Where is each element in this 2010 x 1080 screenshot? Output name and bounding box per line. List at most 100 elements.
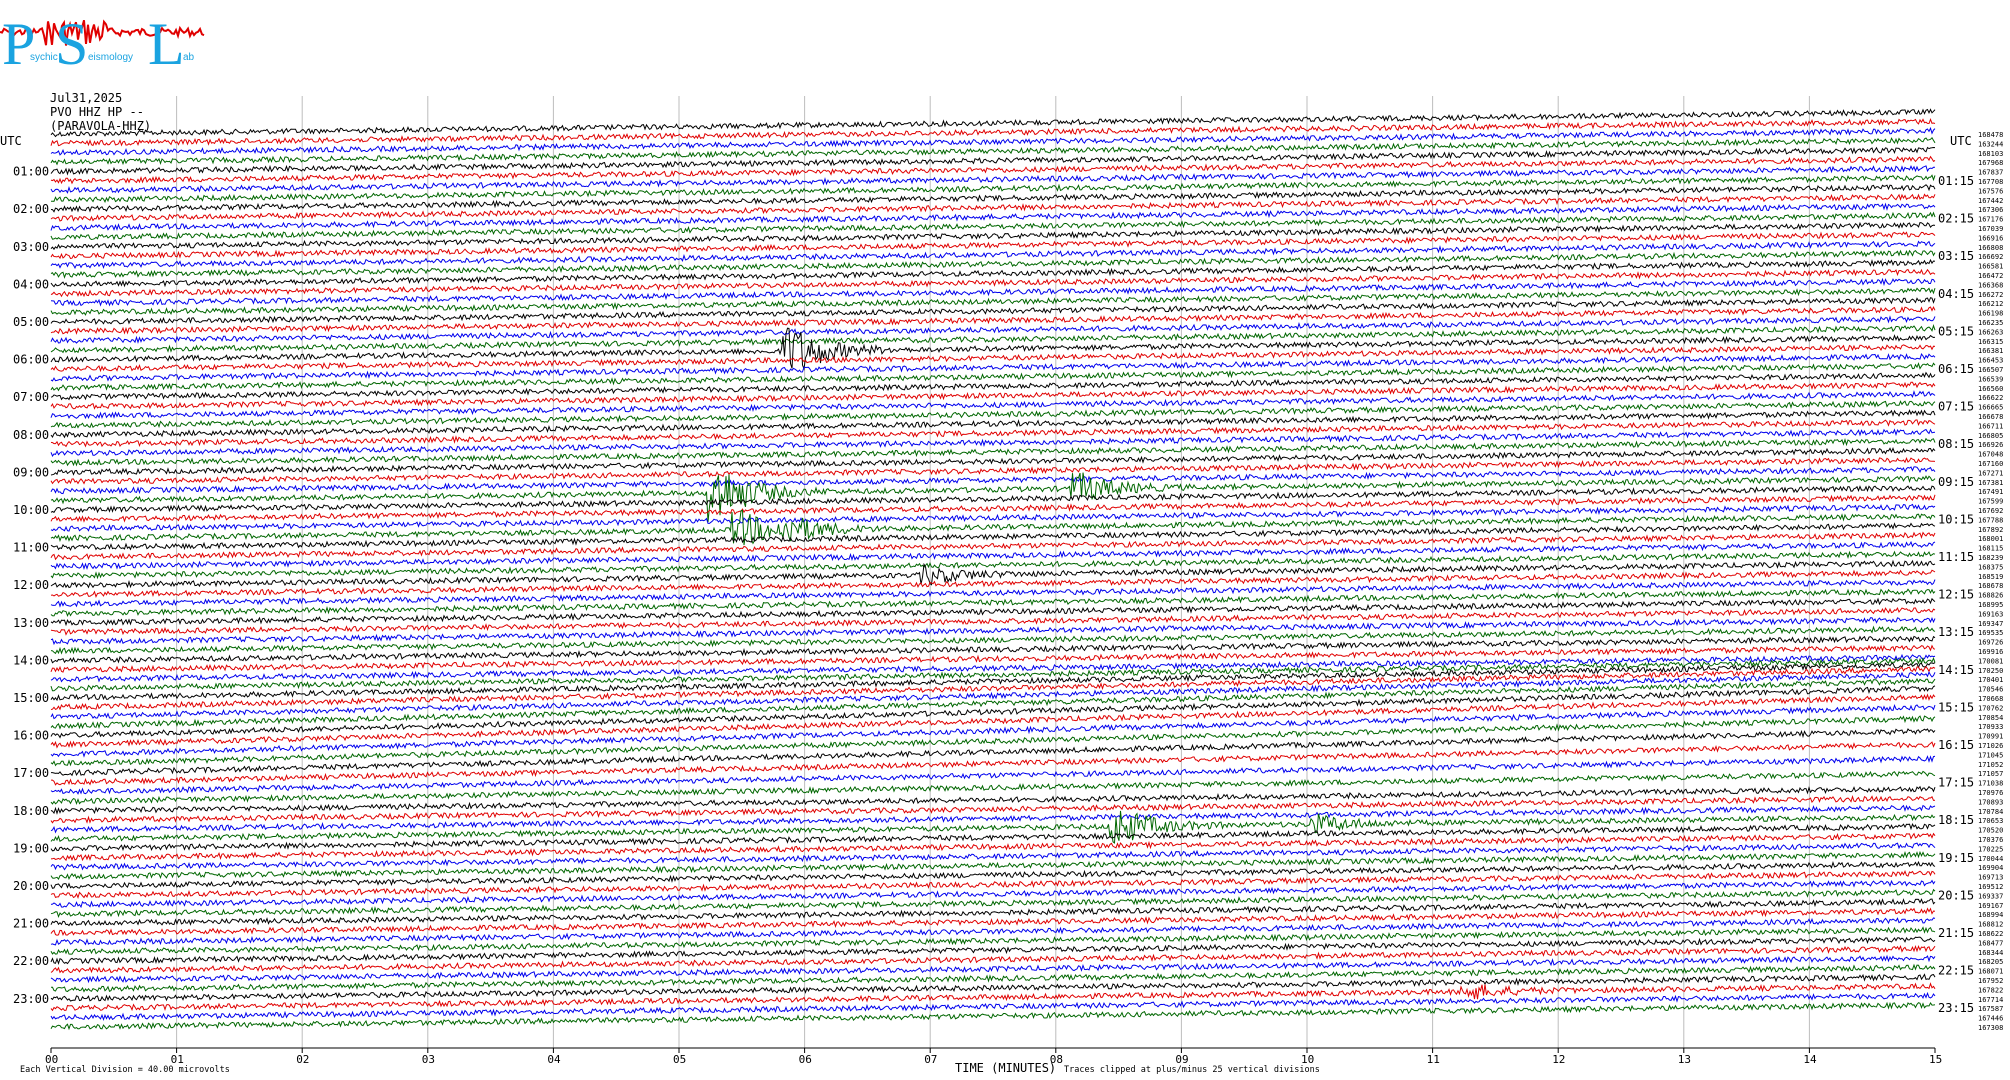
- left-hour-label: 23:00: [13, 992, 49, 1006]
- trace-count-label: 167442: [1978, 197, 2003, 205]
- left-hour-label: 09:00: [13, 465, 49, 479]
- left-hour-label: 05:00: [13, 315, 49, 329]
- trace-row: [50, 617, 1936, 646]
- trace-count-label: 170225: [1978, 845, 2003, 853]
- trace-row: [50, 685, 1936, 739]
- right-hour-label: 01:15: [1938, 174, 1974, 188]
- trace-count-label: 169726: [1978, 639, 2003, 647]
- right-hour-label: 20:15: [1938, 888, 1974, 902]
- x-tick-label: 02: [296, 1053, 309, 1066]
- trace-count-label: 168994: [1978, 911, 2003, 919]
- trace-row: [50, 211, 1936, 241]
- trace-count-label: 167788: [1978, 516, 2003, 524]
- trace-count-label: 166539: [1978, 375, 2003, 383]
- trace-count-label: 170081: [1978, 657, 2003, 665]
- left-hour-label: 14:00: [13, 653, 49, 667]
- left-hour-label: 20:00: [13, 879, 49, 893]
- x-tick-label: 14: [1803, 1053, 1817, 1066]
- right-hour-label: 21:15: [1938, 926, 1974, 940]
- left-hour-label: 15:00: [13, 691, 49, 705]
- left-hour-label: 16:00: [13, 729, 49, 743]
- left-utc-corner-label: UTC: [0, 134, 22, 148]
- x-tick-label: 13: [1678, 1053, 1691, 1066]
- trace-row: [50, 755, 1936, 795]
- scale-note: Each Vertical Division = 40.00 microvolt…: [20, 1065, 230, 1075]
- right-hour-label: 23:15: [1938, 1001, 1974, 1015]
- trace-row: [51, 963, 1936, 993]
- left-hour-label: 07:00: [13, 390, 49, 404]
- left-hour-label: 19:00: [13, 841, 49, 855]
- right-hour-label: 04:15: [1938, 287, 1974, 301]
- trace-count-label: 170976: [1978, 789, 2003, 797]
- trace-count-label: 167837: [1978, 169, 2003, 177]
- trace-count-label: 168519: [1978, 573, 2003, 581]
- trace-count-label: 166453: [1978, 357, 2003, 365]
- right-hour-label: 11:15: [1938, 550, 1974, 564]
- trace-count-label: 168375: [1978, 563, 2003, 571]
- x-tick-label: 03: [422, 1053, 435, 1066]
- trace-count-label: 167271: [1978, 469, 2003, 477]
- right-hour-label: 06:15: [1938, 362, 1974, 376]
- trace-count-label: 166315: [1978, 338, 2003, 346]
- trace-count-label: 167039: [1978, 225, 2003, 233]
- trace-count-labels: 1684781632441681031679681678371677081675…: [1978, 131, 2003, 1032]
- trace-count-label: 168478: [1978, 131, 2003, 139]
- right-hour-label: 14:15: [1938, 663, 1974, 677]
- trace-count-label: 168239: [1978, 554, 2003, 562]
- trace-row: [50, 297, 1936, 325]
- left-hour-label: 13:00: [13, 616, 49, 630]
- trace-count-label: 166665: [1978, 404, 2003, 412]
- trace-count-label: 170044: [1978, 855, 2003, 863]
- right-hour-label: 19:15: [1938, 851, 1974, 865]
- trace-count-label: 170991: [1978, 733, 2003, 741]
- trace-count-label: 167176: [1978, 216, 2003, 224]
- trace-count-label: 171026: [1978, 742, 2003, 750]
- trace-count-label: 167714: [1978, 996, 2003, 1004]
- trace-count-label: 166212: [1978, 300, 2003, 308]
- trace-count-label: 170250: [1978, 667, 2003, 675]
- trace-count-label: 170893: [1978, 798, 2003, 806]
- left-hour-label: 08:00: [13, 428, 49, 442]
- trace-count-label: 167587: [1978, 1005, 2003, 1013]
- left-hour-label: 01:00: [13, 165, 49, 179]
- trace-count-label: 169512: [1978, 883, 2003, 891]
- seismic-traces: [50, 108, 1936, 1031]
- left-hour-label: 03:00: [13, 240, 49, 254]
- trace-row: [50, 362, 1936, 392]
- trace-count-label: 166805: [1978, 432, 2003, 440]
- trace-count-label: 168995: [1978, 601, 2003, 609]
- right-hour-label: 12:15: [1938, 588, 1974, 602]
- trace-count-label: 171045: [1978, 751, 2003, 759]
- trace-count-label: 169904: [1978, 864, 2003, 872]
- trace-row: [50, 926, 1936, 955]
- trace-count-label: 167892: [1978, 526, 2003, 534]
- trace-count-label: 167576: [1978, 187, 2003, 195]
- right-hour-label: 15:15: [1938, 700, 1974, 714]
- trace-count-label: 169916: [1978, 648, 2003, 656]
- trace-count-label: 167692: [1978, 507, 2003, 515]
- trace-row: [50, 472, 1936, 523]
- clip-note: Traces clipped at plus/minus 25 vertical…: [1064, 1065, 1320, 1075]
- trace-count-label: 167599: [1978, 498, 2003, 506]
- trace-row: [50, 785, 1936, 815]
- trace-count-label: 167952: [1978, 977, 2003, 985]
- x-tick-label: 11: [1427, 1053, 1440, 1066]
- right-hour-label: 10:15: [1938, 512, 1974, 526]
- helicorder-plot: UTC 01:00 02:00 03:00 04:00 05:00 06:00 07:00 08…: [0, 96, 2003, 1075]
- left-hour-label: 22:00: [13, 954, 49, 968]
- trace-row: [50, 117, 1936, 147]
- trace-count-label: 170376: [1978, 836, 2003, 844]
- trace-count-label: 169337: [1978, 892, 2003, 900]
- trace-count-label: 167306: [1978, 206, 2003, 214]
- trace-count-label: 166263: [1978, 328, 2003, 336]
- trace-count-label: 166926: [1978, 441, 2003, 449]
- right-hour-label: 16:15: [1938, 738, 1974, 752]
- trace-count-label: 171057: [1978, 770, 2003, 778]
- trace-count-label: 166472: [1978, 272, 2003, 280]
- left-hour-label: 21:00: [13, 917, 49, 931]
- trace-count-label: 166581: [1978, 263, 2003, 271]
- right-hour-label: 08:15: [1938, 437, 1974, 451]
- right-hour-label: 02:15: [1938, 212, 1974, 226]
- trace-count-label: 169347: [1978, 620, 2003, 628]
- trace-count-label: 170854: [1978, 714, 2003, 722]
